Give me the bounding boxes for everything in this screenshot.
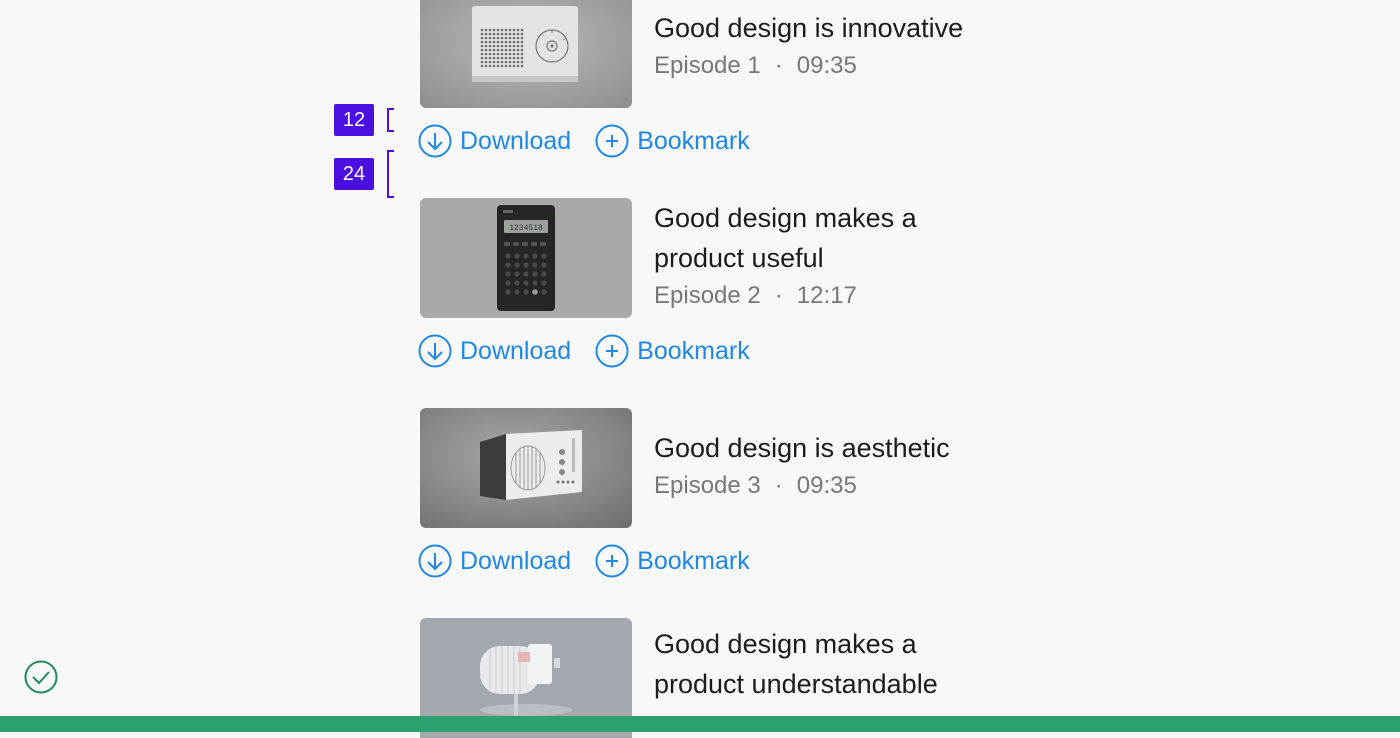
check-circle-icon <box>24 660 58 694</box>
add-bookmark-icon <box>595 334 629 368</box>
episode-meta: Episode 2 · 12:17 <box>654 278 1014 314</box>
calculator-thumbnail-icon: 1234518 <box>420 198 632 318</box>
download-button[interactable]: Download <box>418 334 571 368</box>
bookmark-button[interactable]: Bookmark <box>595 544 750 578</box>
download-label: Download <box>460 337 572 365</box>
episode-title[interactable]: Good design makes a product understandab… <box>654 624 1014 704</box>
episode-actions: Download Bookmark <box>418 124 750 158</box>
episode-thumbnail[interactable] <box>420 408 632 528</box>
episode-info: Good design makes a product understandab… <box>654 624 1014 704</box>
episode-list-page: 12 24 Good design is innovative Episode … <box>0 0 1400 738</box>
bookmark-button[interactable]: Bookmark <box>595 124 750 158</box>
episode-number: Episode 2 <box>654 282 761 309</box>
spacing-annotation-24: 24 <box>334 150 394 198</box>
episode-thumbnail[interactable]: 1234518 <box>420 198 632 318</box>
speaker-radio-thumbnail-icon <box>420 408 632 528</box>
meta-separator: · <box>774 282 783 309</box>
episode-title[interactable]: Good design is aesthetic <box>654 428 1014 468</box>
episode-meta: Episode 3 · 09:35 <box>654 468 1014 504</box>
download-label: Download <box>460 547 572 575</box>
spacing-bracket <box>387 108 394 132</box>
add-bookmark-icon <box>595 124 629 158</box>
episode-title[interactable]: Good design makes a product useful <box>654 198 1014 278</box>
episode-duration: 12:17 <box>796 282 857 309</box>
spacing-annotation-12: 12 <box>334 104 394 136</box>
episode-actions: Download Bookmark <box>418 334 750 368</box>
episode-info: Good design is innovative Episode 1 · 09… <box>654 8 1014 84</box>
status-bar <box>0 716 1400 732</box>
radio-thumbnail-icon <box>420 0 632 108</box>
meta-separator: · <box>774 52 783 79</box>
episode-title[interactable]: Good design is innovative <box>654 8 1014 48</box>
download-icon <box>418 334 452 368</box>
bookmark-button[interactable]: Bookmark <box>595 334 750 368</box>
episode-info: Good design makes a product useful Episo… <box>654 198 1014 314</box>
download-icon <box>418 124 452 158</box>
svg-text:1234518: 1234518 <box>509 224 543 233</box>
episode-number: Episode 1 <box>654 52 761 79</box>
episode-info: Good design is aesthetic Episode 3 · 09:… <box>654 428 1014 504</box>
download-button[interactable]: Download <box>418 544 571 578</box>
meta-separator: · <box>774 472 783 499</box>
spacing-badge: 12 <box>334 104 374 136</box>
download-icon <box>418 544 452 578</box>
download-button[interactable]: Download <box>418 124 571 158</box>
episode-duration: 09:35 <box>796 472 857 499</box>
episode-thumbnail[interactable] <box>420 0 632 108</box>
spacing-badge: 24 <box>334 158 374 190</box>
bookmark-label: Bookmark <box>637 127 750 155</box>
episode-number: Episode 3 <box>654 472 761 499</box>
episode-duration: 09:35 <box>796 52 857 79</box>
bookmark-label: Bookmark <box>637 547 750 575</box>
episode-actions: Download Bookmark <box>418 544 750 578</box>
bookmark-label: Bookmark <box>637 337 750 365</box>
spacing-bracket <box>387 150 394 198</box>
add-bookmark-icon <box>595 544 629 578</box>
download-label: Download <box>460 127 572 155</box>
episode-meta: Episode 1 · 09:35 <box>654 48 1014 84</box>
